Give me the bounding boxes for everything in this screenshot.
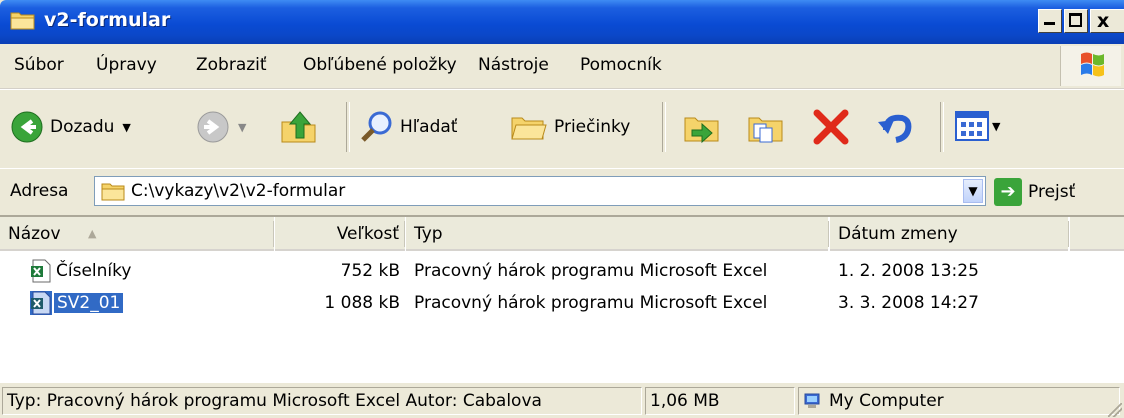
column-divider[interactable] xyxy=(273,221,274,247)
views-dropdown-icon[interactable]: ▼ xyxy=(992,120,1000,133)
file-date: 1. 2. 2008 13:25 xyxy=(838,261,979,281)
back-arrow-icon xyxy=(11,111,43,143)
column-header-type[interactable]: Typ xyxy=(406,217,828,251)
menu-help[interactable]: Pomocník xyxy=(580,55,662,75)
toolbar-separator xyxy=(662,102,666,152)
column-divider[interactable] xyxy=(1068,221,1069,247)
address-value: C:\vykazy\v2\v2-formular xyxy=(131,181,346,201)
forward-dropdown-icon[interactable]: ▼ xyxy=(238,121,246,134)
menu-file[interactable]: Súbor xyxy=(14,55,64,75)
minimize-icon xyxy=(1044,22,1055,25)
column-type-label: Typ xyxy=(414,224,443,244)
windows-flag-icon xyxy=(1081,52,1104,77)
status-bar: Typ: Pracovný hárok programu Microsoft E… xyxy=(0,382,1124,418)
file-name: SV2_01 xyxy=(52,292,125,314)
back-label: Dozadu xyxy=(50,117,115,137)
folder-icon xyxy=(101,183,125,201)
address-dropdown-icon[interactable]: ▼ xyxy=(963,179,983,203)
go-label: Prejsť xyxy=(1028,182,1076,202)
delete-button[interactable] xyxy=(812,108,850,146)
up-folder-button[interactable] xyxy=(278,106,320,148)
my-computer-icon xyxy=(804,393,820,408)
back-dropdown-icon[interactable]: ▼ xyxy=(122,121,130,134)
file-type: Pracovný hárok programu Microsoft Excel xyxy=(414,293,768,313)
column-header-size[interactable]: Veľkosť xyxy=(275,217,405,251)
close-button[interactable]: x xyxy=(1090,9,1124,33)
move-to-button[interactable] xyxy=(682,108,722,146)
undo-icon xyxy=(878,114,912,143)
column-header-date[interactable]: Dátum zmeny xyxy=(830,217,1068,251)
search-icon xyxy=(361,111,392,142)
close-icon: x xyxy=(1097,10,1110,32)
column-header-empty xyxy=(1070,217,1124,251)
up-folder-icon xyxy=(281,111,316,143)
back-button[interactable]: Dozadu ▼ xyxy=(10,110,131,144)
address-input[interactable]: C:\vykazy\v2\v2-formular ▼ xyxy=(94,176,986,206)
status-location: My Computer xyxy=(829,391,944,411)
excel-file-icon xyxy=(30,291,52,315)
column-date-label: Dátum zmeny xyxy=(838,224,958,244)
file-type: Pracovný hárok programu Microsoft Excel xyxy=(414,261,768,281)
column-size-label: Veľkosť xyxy=(336,224,399,244)
column-name-label: Názov xyxy=(8,224,61,244)
excel-file-icon xyxy=(31,259,51,283)
status-size: 1,06 MB xyxy=(645,387,795,415)
windows-logo xyxy=(1060,46,1121,86)
go-button[interactable]: ➔ Prejsť xyxy=(994,178,1075,206)
window-title: v2-formular xyxy=(44,9,171,31)
maximize-button[interactable] xyxy=(1064,9,1088,33)
menu-edit[interactable]: Úpravy xyxy=(96,55,157,75)
title-bar[interactable]: v2-formular x xyxy=(0,0,1124,44)
move-to-folder-icon xyxy=(684,117,719,144)
resize-grip[interactable] xyxy=(1108,403,1122,417)
file-date: 3. 3. 2008 14:27 xyxy=(838,293,979,313)
file-list[interactable]: Názov ▲ Veľkosť Typ Dátum zmeny Číselník… xyxy=(0,216,1124,383)
status-info: Typ: Pracovný hárok programu Microsoft E… xyxy=(2,387,642,415)
file-row[interactable]: Číselníky 752 kB Pracovný hárok programu… xyxy=(0,255,1124,289)
menu-bar: Súbor Úpravy Zobraziť Obľúbené položky N… xyxy=(0,44,1124,89)
address-label: Adresa xyxy=(10,181,69,201)
column-divider[interactable] xyxy=(404,221,405,247)
copy-to-button[interactable] xyxy=(746,108,786,146)
views-button[interactable]: ▼ xyxy=(954,110,1000,142)
file-size: 1 088 kB xyxy=(324,293,400,313)
copy-to-folder-icon xyxy=(748,117,783,143)
menu-view[interactable]: Zobraziť xyxy=(196,55,267,75)
go-arrow-icon: ➔ xyxy=(994,178,1022,206)
minimize-button[interactable] xyxy=(1038,9,1062,33)
folders-icon xyxy=(511,117,547,140)
search-button[interactable]: Hľadať xyxy=(360,110,457,144)
menu-favorites[interactable]: Obľúbené položky xyxy=(303,55,457,75)
folders-button[interactable]: Priečinky xyxy=(510,110,630,144)
maximize-icon xyxy=(1069,13,1082,27)
folders-label: Priečinky xyxy=(554,117,631,137)
search-label: Hľadať xyxy=(400,117,458,137)
menu-tools[interactable]: Nástroje xyxy=(478,55,549,75)
toolbar-separator xyxy=(346,102,350,152)
sort-ascending-icon: ▲ xyxy=(88,227,97,240)
delete-icon xyxy=(813,109,849,145)
address-bar: Adresa C:\vykazy\v2\v2-formular ▼ ➔ Prej… xyxy=(0,168,1124,216)
file-size: 752 kB xyxy=(340,261,400,281)
folder-icon xyxy=(10,12,35,30)
file-name: Číselníky xyxy=(56,261,132,281)
forward-button[interactable]: ▼ xyxy=(196,110,246,144)
column-divider[interactable] xyxy=(828,221,829,247)
toolbar-separator xyxy=(940,102,944,152)
forward-arrow-icon xyxy=(197,111,229,143)
file-row[interactable]: SV2_01 1 088 kB Pracovný hárok programu … xyxy=(0,287,1124,321)
status-location-panel: My Computer xyxy=(798,387,1120,415)
explorer-window: v2-formular x Súbor Úpravy Zobraziť Obľú… xyxy=(0,0,1124,418)
column-header-name[interactable]: Názov ▲ xyxy=(0,217,274,251)
undo-button[interactable] xyxy=(876,108,914,146)
views-icon xyxy=(955,111,989,141)
